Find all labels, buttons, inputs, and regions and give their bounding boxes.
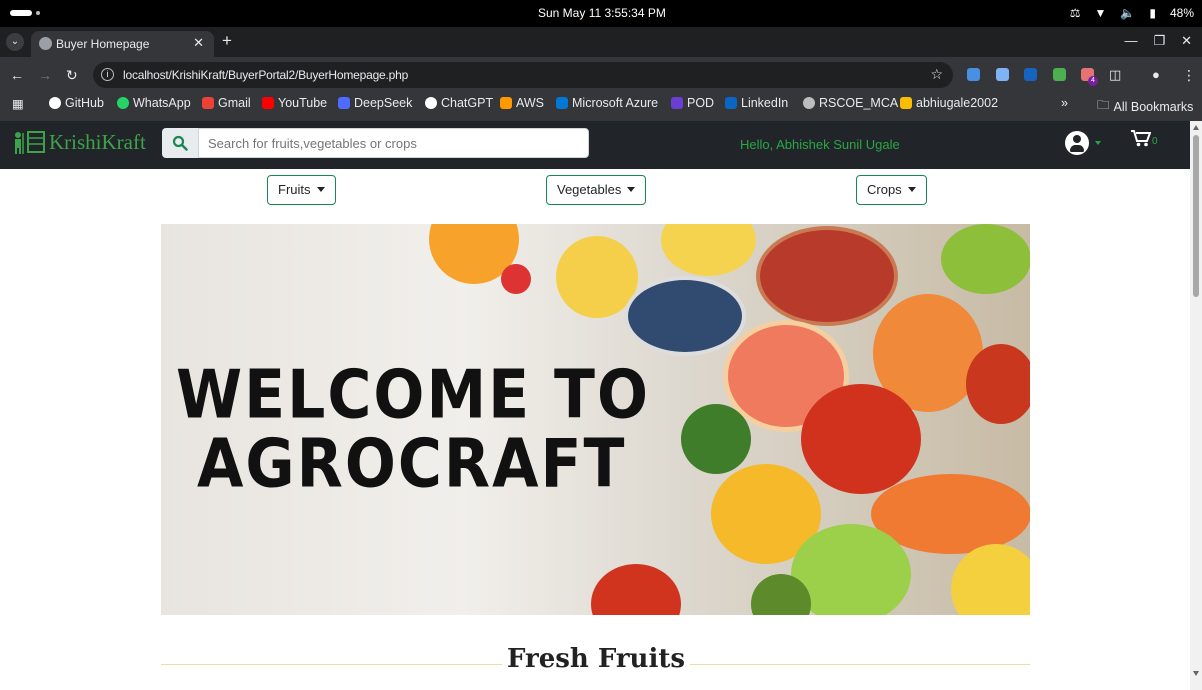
tab-favicon-icon — [39, 37, 52, 50]
caret-down-icon — [627, 187, 636, 192]
tab-title: Buyer Homepage — [56, 37, 150, 51]
bookmark-whatsapp[interactable]: WhatsApp — [117, 96, 191, 110]
drive-icon — [900, 97, 912, 109]
greeting-text: Hello, Abhishek Sunil Ugale — [740, 137, 900, 152]
volume-icon[interactable]: 🔈 — [1120, 6, 1135, 20]
scroll-up-icon[interactable] — [1193, 125, 1199, 130]
bookmark-gmail[interactable]: Gmail — [202, 96, 251, 110]
search-input[interactable] — [198, 128, 589, 158]
tab-buyer-homepage[interactable]: Buyer Homepage ✕ — [31, 31, 214, 57]
more-bookmarks-button[interactable]: » — [1061, 96, 1068, 110]
hero-heading-line1: WELCOME TO — [176, 355, 650, 435]
bookmark-pod[interactable]: POD — [671, 96, 714, 110]
extensions-puzzle-icon[interactable]: ◫ — [1109, 67, 1121, 83]
apple-image — [966, 344, 1030, 424]
new-tab-button[interactable]: + — [222, 31, 232, 51]
page-scrollbar[interactable] — [1190, 121, 1202, 690]
linkedin-icon — [725, 97, 737, 109]
aws-icon — [500, 97, 512, 109]
scrollbar-thumb[interactable] — [1193, 135, 1199, 297]
hero-heading-line2: AGROCRAFT — [197, 424, 627, 504]
lemon-slice-image — [661, 224, 756, 276]
bookmark-abhiugale2002[interactable]: abhiugale2002 — [900, 96, 998, 110]
vegetables-dropdown[interactable]: Vegetables — [546, 175, 647, 205]
azure-icon — [556, 97, 568, 109]
battery-icon[interactable]: ▮ — [1149, 6, 1156, 20]
whatsapp-icon — [117, 97, 129, 109]
bookmark-azure[interactable]: Microsoft Azure — [556, 96, 658, 110]
extension-icon[interactable] — [1024, 68, 1037, 81]
address-bar[interactable]: i localhost/KrishiKraft/BuyerPortal2/Buy… — [93, 62, 953, 88]
apple-image — [591, 564, 681, 615]
battery-level: 48% — [1169, 6, 1194, 20]
search-icon — [172, 135, 188, 151]
tab-search-button[interactable]: ⌄ — [6, 33, 24, 51]
extension-icon[interactable] — [1053, 68, 1066, 81]
star-icon[interactable]: ☆ — [930, 66, 943, 83]
close-tab-icon[interactable]: ✕ — [193, 35, 204, 51]
system-clock[interactable]: Sun May 11 3:55:34 PM — [538, 6, 666, 20]
workspace-dot — [36, 11, 40, 15]
farmer-logo-icon — [15, 131, 45, 154]
chatgpt-icon — [425, 97, 437, 109]
extension-badge: 4 — [1088, 76, 1098, 86]
bookmark-github[interactable]: GitHub — [49, 96, 104, 110]
scroll-down-icon[interactable] — [1193, 671, 1199, 676]
crops-dropdown[interactable]: Crops — [856, 175, 927, 205]
extension-icon[interactable] — [967, 68, 980, 81]
folder-icon: 🗀 — [1097, 98, 1110, 112]
fruits-dropdown[interactable]: Fruits — [267, 175, 336, 205]
github-icon — [49, 97, 61, 109]
close-window-icon[interactable]: ✕ — [1181, 33, 1192, 49]
wifi-icon[interactable]: ▼ — [1095, 6, 1107, 20]
bookmark-aws[interactable]: AWS — [500, 96, 544, 110]
user-menu-caret-icon[interactable] — [1095, 141, 1101, 145]
site-logo[interactable]: KrishiKraft — [12, 129, 146, 155]
bookmark-youtube[interactable]: YouTube — [262, 96, 327, 110]
globe-icon — [803, 97, 815, 109]
leaves-image — [681, 404, 751, 474]
hero-banner: WELCOME TO AGROCRAFT — [161, 224, 1030, 615]
all-bookmarks-folder[interactable]: 🗀 All Bookmarks — [1097, 96, 1193, 117]
system-status-bar: Sun May 11 3:55:34 PM ⚖ ▼ 🔈 ▮ 48% — [0, 0, 1202, 27]
url-text[interactable]: localhost/KrishiKraft/BuyerPortal2/Buyer… — [123, 68, 408, 82]
cart-count: 0 — [1152, 136, 1158, 147]
activities-indicator[interactable] — [10, 10, 32, 16]
extension-icon[interactable] — [996, 68, 1009, 81]
strawberries-image — [801, 384, 921, 494]
menu-kebab-icon[interactable]: ⋮ — [1182, 67, 1196, 84]
cart-icon[interactable] — [1131, 130, 1152, 152]
logo-text: KrishiKraft — [49, 129, 146, 154]
caret-down-icon — [316, 187, 325, 192]
bookmark-deepseek[interactable]: DeepSeek — [338, 96, 412, 110]
pod-icon — [671, 97, 683, 109]
profile-icon[interactable]: ● — [1152, 67, 1160, 82]
gmail-icon — [202, 97, 214, 109]
strawberry-bowl-image — [756, 226, 898, 326]
blueberry-bowl-image — [624, 276, 746, 356]
search-button[interactable] — [162, 128, 198, 158]
reload-icon[interactable]: ↻ — [66, 67, 78, 84]
caret-down-icon — [907, 187, 916, 192]
section-divider-left — [161, 664, 502, 665]
site-info-icon[interactable]: i — [101, 68, 114, 81]
banana-image — [951, 544, 1030, 615]
bookmark-rscoe-mca[interactable]: RSCOE_MCA — [803, 96, 898, 110]
section-divider-right — [690, 664, 1030, 665]
forward-icon[interactable]: → — [38, 67, 52, 83]
restore-icon[interactable]: ❐ — [1153, 33, 1165, 49]
minimize-icon[interactable]: — — [1124, 33, 1137, 49]
strawberry-image — [501, 264, 531, 294]
user-icon[interactable] — [1065, 131, 1089, 155]
deepseek-icon — [338, 97, 350, 109]
bookmark-chatgpt[interactable]: ChatGPT — [425, 96, 493, 110]
accessibility-icon[interactable]: ⚖ — [1070, 6, 1081, 20]
pear-image — [941, 224, 1030, 294]
apps-grid-icon[interactable]: ▦ — [12, 96, 24, 111]
bookmark-linkedin[interactable]: LinkedIn — [725, 96, 788, 110]
bookmarks-bar: ▦ GitHub WhatsApp Gmail YouTube DeepSeek… — [0, 93, 1202, 121]
section-title: Fresh Fruits — [507, 644, 685, 674]
youtube-icon — [262, 97, 274, 109]
back-icon[interactable]: ← — [10, 67, 24, 83]
